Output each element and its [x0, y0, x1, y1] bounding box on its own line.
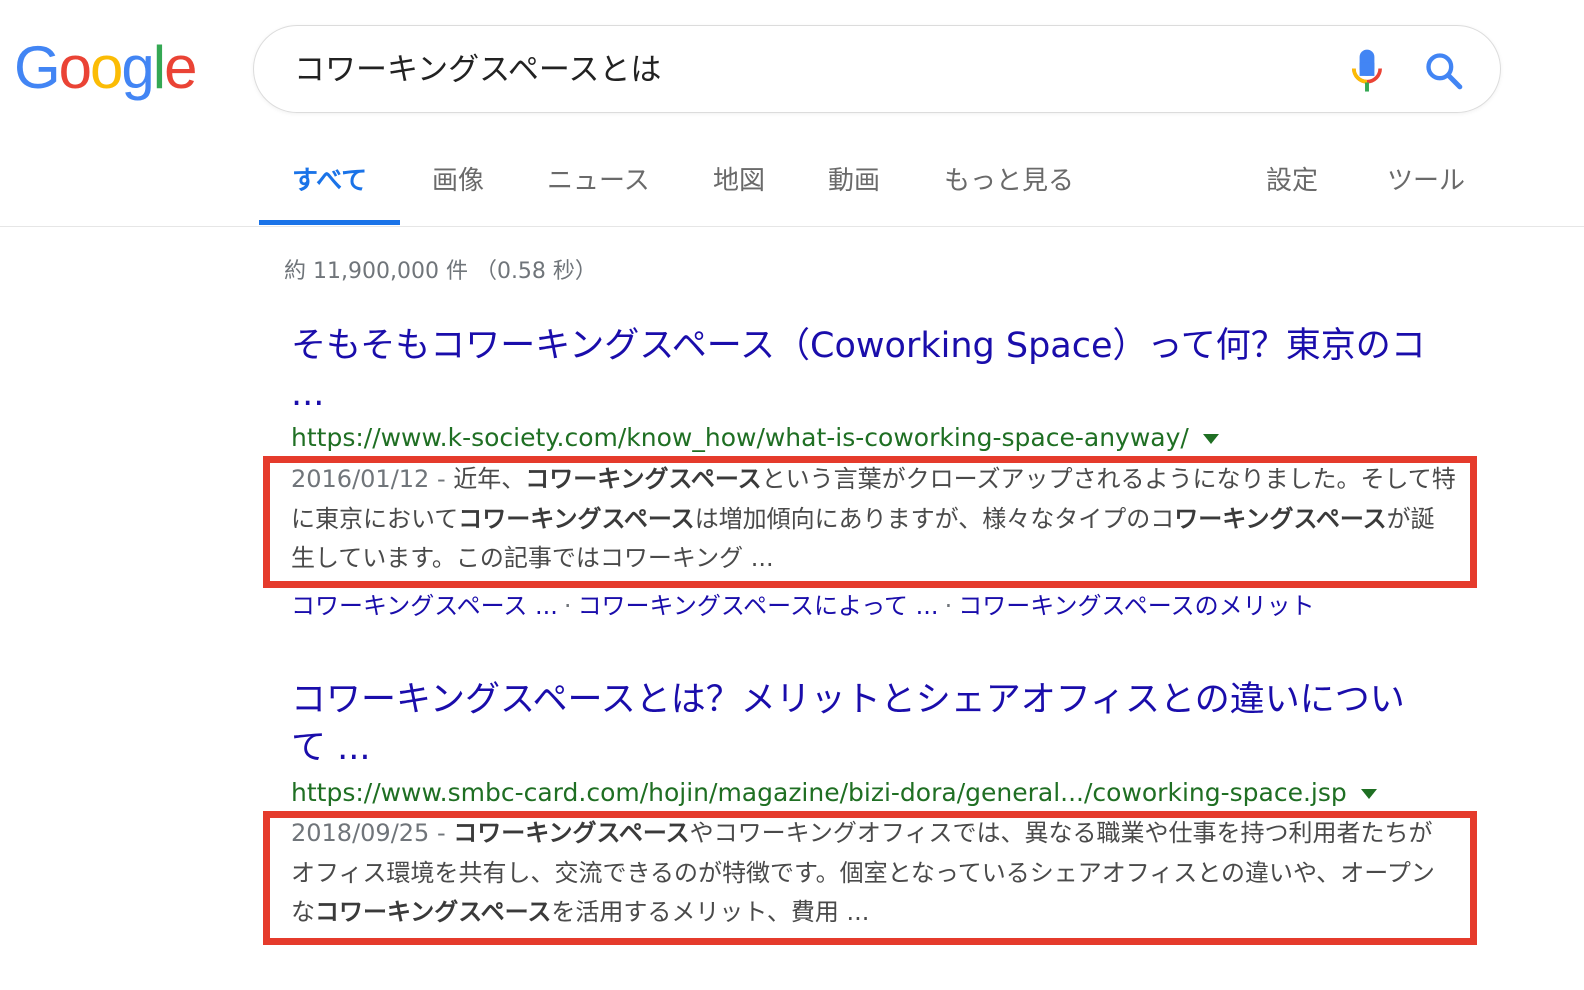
result-title-line: て ...	[291, 728, 371, 768]
dropdown-caret-icon[interactable]	[1202, 434, 1219, 444]
sitelinks: コワーキングスペース ... · コワーキングスペースによって ... · コワーキング…	[291, 590, 1315, 622]
result-url-text: https://www.smbc-card.com/hojin/magazine…	[291, 778, 1347, 807]
tab-more[interactable]: もっと見る	[944, 164, 1074, 198]
result-title-line: ...	[291, 374, 325, 414]
sitelink-separator: ·	[563, 592, 572, 620]
result-url[interactable]: https://www.smbc-card.com/hojin/magazine…	[291, 777, 1377, 809]
result-title-line: そもそもコワーキングスペース（Coworking Space）って何？東京のコ	[291, 326, 1426, 366]
google-logo[interactable]: Google	[14, 28, 198, 108]
tabs-divider	[0, 226, 1584, 227]
tab-all[interactable]: すべて	[292, 164, 367, 198]
search-results-page: Google すべて 画像 ニュース 地図 動画 もっと見る 設定 ツール 約 …	[0, 0, 1584, 990]
result-title-line: コワーキングスペースとは？メリットとシェアオフィスとの違いについ	[291, 680, 1405, 720]
result-url[interactable]: https://www.k-society.com/know_how/what-…	[291, 422, 1219, 454]
sitelink[interactable]: コワーキングスペースによって ...	[578, 592, 939, 620]
snippet-date: 2016/01/12 -	[291, 465, 454, 493]
dropdown-caret-icon[interactable]	[1360, 789, 1377, 799]
tab-videos[interactable]: 動画	[828, 164, 880, 198]
active-tab-indicator	[259, 220, 400, 225]
snippet-keyword: コワーキングスペース	[525, 465, 762, 493]
tab-images[interactable]: 画像	[432, 164, 484, 198]
snippet-keyword: コワーキングスペース	[458, 504, 695, 533]
snippet-text: を活用するメリット、費用 ...	[551, 898, 870, 926]
result-snippet: 2018/09/25 - コワーキングスペースやコワーキングオフィスでは、異なる…	[291, 814, 1456, 933]
result-title-link[interactable]: コワーキングスペースとは？メリットとシェアオフィスとの違いについ て ...	[291, 676, 1441, 772]
search-tabs: すべて 画像 ニュース 地図 動画 もっと見る 設定 ツール	[0, 140, 1584, 226]
tab-news[interactable]: ニュース	[547, 164, 650, 198]
tab-settings[interactable]: 設定	[1266, 164, 1318, 198]
tab-tools[interactable]: ツール	[1387, 164, 1465, 198]
logo-letter: G	[14, 34, 61, 101]
snippet-keyword: ワーキングスペース	[1174, 504, 1387, 533]
sitelink[interactable]: コワーキングスペースのメリット	[958, 592, 1314, 620]
result-stats: 約 11,900,000 件 （0.58 秒）	[284, 259, 597, 284]
snippet-keyword: コワーキングスペース	[315, 898, 552, 926]
snippet-date: 2018/09/25 -	[291, 819, 454, 847]
search-icon[interactable]	[1424, 51, 1464, 91]
search-box[interactable]	[253, 25, 1501, 113]
snippet-text: は増加傾向にありますが、様々なタイプのコ	[694, 504, 1175, 533]
tab-maps[interactable]: 地図	[713, 164, 765, 198]
snippet-keyword: コワーキングスペース	[453, 819, 690, 847]
result-snippet: 2016/01/12 - 近年、コワーキングスペースという言葉がクローズアップさ…	[291, 460, 1456, 579]
microphone-icon[interactable]	[1347, 48, 1387, 94]
search-input[interactable]	[294, 48, 1294, 92]
logo-letter: e	[164, 34, 197, 101]
result-url-text: https://www.k-society.com/know_how/what-…	[291, 423, 1189, 452]
logo-letter: g	[121, 34, 154, 101]
logo-letter: o	[58, 34, 92, 101]
snippet-text: 近年、	[453, 465, 526, 493]
sitelink-separator: ·	[944, 592, 953, 620]
logo-letter: l	[152, 34, 166, 101]
result-title-link[interactable]: そもそもコワーキングスペース（Coworking Space）って何？東京のコ …	[291, 322, 1441, 418]
logo-letter: o	[90, 34, 123, 101]
sitelink[interactable]: コワーキングスペース ...	[291, 592, 558, 620]
